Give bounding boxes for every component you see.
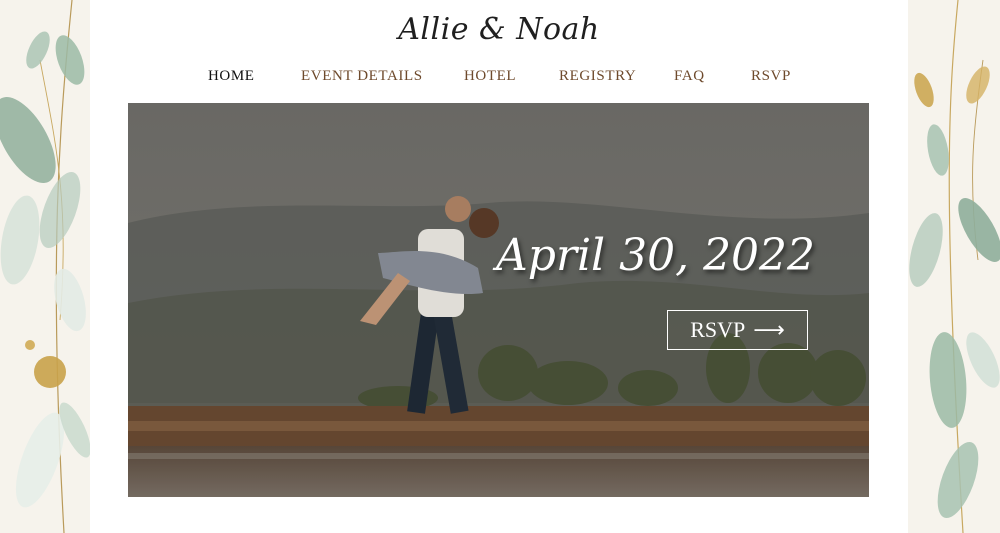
eucalyptus-leaves-illustration bbox=[0, 0, 90, 533]
hero-rsvp-button[interactable]: RSVP ⟶ bbox=[667, 310, 808, 350]
right-floral-decoration bbox=[908, 0, 1000, 533]
nav-faq[interactable]: FAQ bbox=[674, 68, 705, 85]
hero-couple-photo bbox=[128, 103, 869, 497]
nav-rsvp[interactable]: RSVP bbox=[751, 68, 791, 85]
nav-registry[interactable]: REGISTRY bbox=[559, 68, 636, 85]
nav-hotel[interactable]: HOTEL bbox=[464, 68, 516, 85]
nav-home[interactable]: HOME bbox=[208, 68, 255, 85]
page-container: Allie & Noah HOME EVENT DETAILS HOTEL RE… bbox=[90, 0, 908, 533]
rsvp-button-label: RSVP bbox=[690, 317, 746, 342]
arrow-right-icon: ⟶ bbox=[753, 317, 785, 343]
site-logo-title[interactable]: Allie & Noah bbox=[90, 12, 908, 47]
eucalyptus-leaves-illustration bbox=[908, 0, 1000, 533]
hero-date: April 30, 2022 bbox=[496, 230, 816, 281]
nav-event-details[interactable]: EVENT DETAILS bbox=[301, 68, 423, 85]
hero-banner: April 30, 2022 RSVP ⟶ bbox=[128, 103, 869, 497]
left-floral-decoration bbox=[0, 0, 90, 533]
